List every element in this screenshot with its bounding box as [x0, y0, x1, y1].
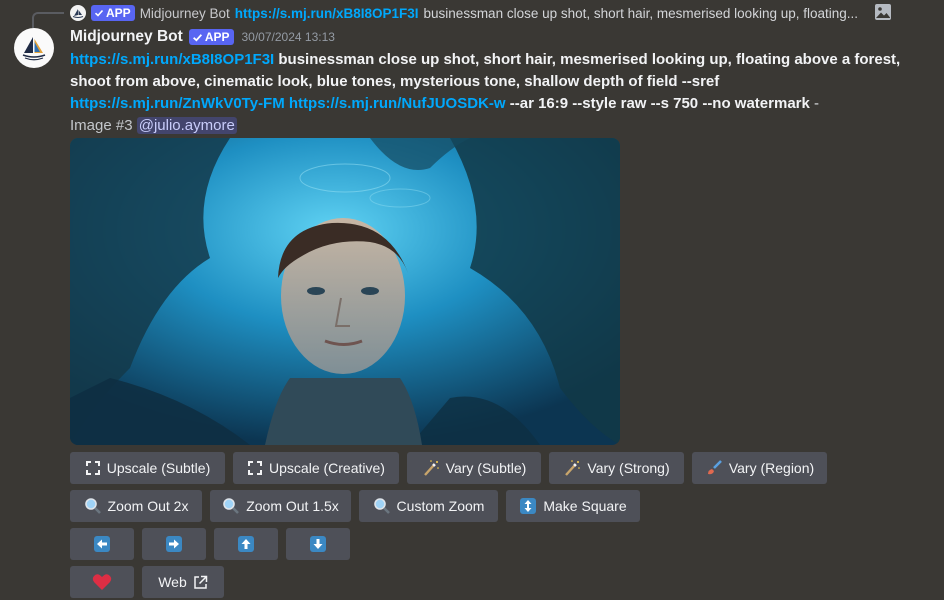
make-square-button[interactable]: Make Square	[506, 490, 640, 522]
sref-link-1[interactable]: https://s.mj.run/ZnWkV0Ty-FM	[70, 95, 285, 112]
zoom-out-1-5x-button[interactable]: Zoom Out 1.5x	[210, 490, 351, 522]
reply-preview[interactable]: APP Midjourney Bot https://s.mj.run/xB8I…	[70, 4, 900, 22]
sailboat-logo-icon	[22, 37, 46, 61]
image-label: Image #3	[70, 117, 133, 134]
arrow-up-icon	[238, 536, 254, 552]
reply-connector	[32, 12, 64, 28]
image-attachment-icon	[875, 4, 891, 20]
arrow-right-icon	[166, 536, 182, 552]
reply-app-badge: APP	[91, 5, 135, 21]
arrow-down-icon	[310, 536, 326, 552]
magnifier-icon	[373, 497, 391, 515]
vary-strong-button[interactable]: Vary (Strong)	[549, 452, 684, 484]
pan-up-button[interactable]	[214, 528, 278, 560]
pan-right-button[interactable]	[142, 528, 206, 560]
user-mention[interactable]: @julio.aymore	[136, 117, 237, 134]
prompt-params: --ar 16:9 --style raw --s 750 --no water…	[509, 95, 810, 112]
zoom-out-2x-button[interactable]: Zoom Out 2x	[70, 490, 202, 522]
message-header: Midjourney Bot APP 30/07/2024 13:13	[70, 28, 335, 46]
pan-left-button[interactable]	[70, 528, 134, 560]
button-row-extra: Web	[70, 566, 224, 598]
magic-wand-icon	[422, 459, 440, 477]
up-down-arrow-icon	[519, 497, 537, 515]
avatar[interactable]	[14, 28, 54, 68]
vary-strong-label: Vary (Strong)	[587, 460, 670, 476]
upscale-subtle-button[interactable]: Upscale (Subtle)	[70, 452, 225, 484]
app-badge: APP	[188, 29, 234, 45]
make-square-label: Make Square	[543, 498, 627, 514]
heart-icon	[92, 574, 112, 590]
magic-wand-icon	[563, 459, 581, 477]
favorite-button[interactable]	[70, 566, 134, 598]
upscale-creative-button[interactable]: Upscale (Creative)	[233, 452, 399, 484]
pan-down-button[interactable]	[286, 528, 350, 560]
verified-check-icon	[192, 33, 202, 41]
verified-check-icon	[94, 9, 104, 17]
expand-icon	[85, 459, 101, 477]
reply-app-badge-label: APP	[106, 6, 131, 20]
app-badge-label: APP	[204, 30, 230, 44]
vary-region-button[interactable]: Vary (Region)	[692, 452, 827, 484]
arrow-left-icon	[94, 536, 110, 552]
expand-icon	[247, 459, 263, 477]
generated-image[interactable]	[70, 138, 620, 445]
generated-image-art	[70, 138, 620, 445]
reply-bot-name[interactable]: Midjourney Bot	[140, 6, 230, 21]
paintbrush-icon	[705, 459, 723, 477]
custom-zoom-button[interactable]: Custom Zoom	[359, 490, 498, 522]
sref-link-2[interactable]: https://s.mj.run/NufJUOSDK-w	[289, 95, 506, 112]
author-name[interactable]: Midjourney Bot	[70, 28, 183, 46]
zoom-out-1-5x-label: Zoom Out 1.5x	[246, 498, 339, 514]
zoom-out-2x-label: Zoom Out 2x	[107, 498, 189, 514]
web-label: Web	[158, 574, 187, 590]
magnifier-icon	[84, 497, 102, 515]
vary-subtle-button[interactable]: Vary (Subtle)	[407, 452, 541, 484]
button-row-pan	[70, 528, 350, 560]
reply-link[interactable]: https://s.mj.run/xB8I8OP1F3I	[235, 6, 419, 21]
magnifier-icon	[222, 497, 240, 515]
upscale-subtle-label: Upscale (Subtle)	[106, 460, 211, 476]
web-button[interactable]: Web	[142, 566, 224, 598]
button-row-zoom: Zoom Out 2x Zoom Out 1.5x Custom Zoom Ma…	[70, 490, 640, 522]
vary-subtle-label: Vary (Subtle)	[445, 460, 527, 476]
button-row-variations: Upscale (Subtle) Upscale (Creative) Vary…	[70, 452, 827, 484]
timestamp[interactable]: 30/07/2024 13:13	[242, 30, 335, 44]
upscale-creative-label: Upscale (Creative)	[269, 460, 385, 476]
vary-region-label: Vary (Region)	[728, 460, 815, 476]
external-link-icon	[194, 575, 208, 589]
separator-dash: -	[814, 95, 820, 112]
prompt-link-1[interactable]: https://s.mj.run/xB8I8OP1F3I	[70, 51, 274, 68]
custom-zoom-label: Custom Zoom	[396, 498, 485, 514]
message-content: https://s.mj.run/xB8I8OP1F3I businessman…	[70, 49, 910, 137]
reply-text[interactable]: businessman close up shot, short hair, m…	[424, 6, 858, 21]
reply-avatar	[70, 5, 86, 21]
